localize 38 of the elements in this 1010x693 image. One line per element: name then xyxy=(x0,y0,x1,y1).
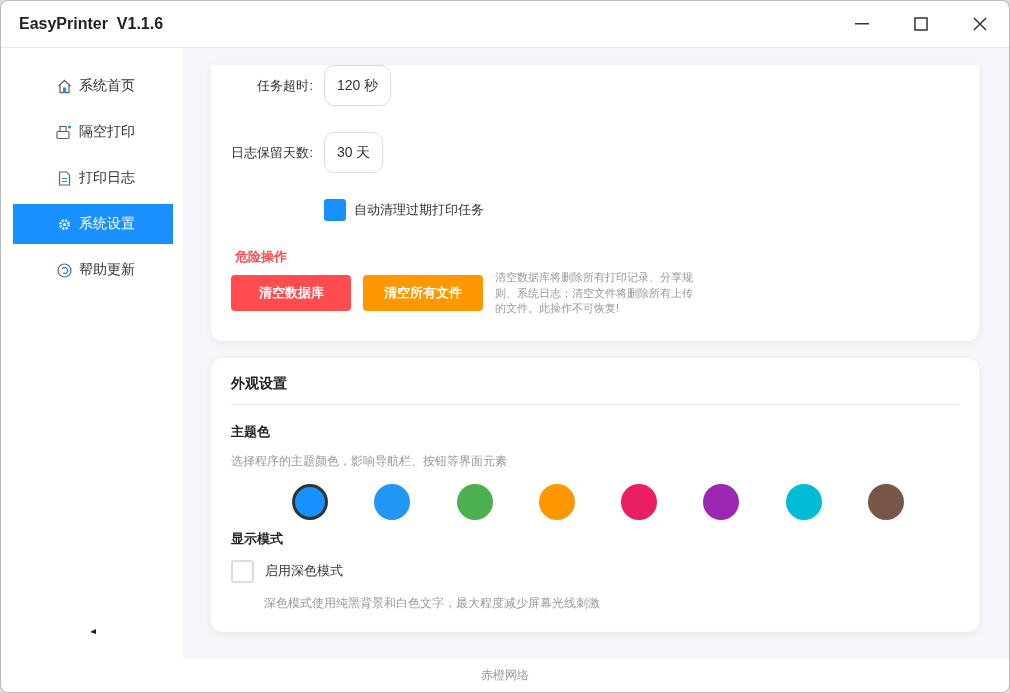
color-swatch[interactable] xyxy=(456,483,493,520)
sidebar-item[interactable]: 隔空打印 xyxy=(13,112,173,152)
color-swatch[interactable] xyxy=(785,483,822,520)
field-label: 任务超时: xyxy=(256,76,313,95)
input-field[interactable]: 30 天 xyxy=(324,132,384,173)
settings-icon xyxy=(57,217,71,231)
maximize-icon[interactable] xyxy=(913,17,928,31)
checkbox[interactable] xyxy=(231,559,254,583)
sidebar-item[interactable]: 系统首页 xyxy=(13,66,173,106)
color-swatch[interactable] xyxy=(703,483,740,520)
description: 选择程序的主题颜色，影响导航栏、按钮等界面元素 xyxy=(231,452,508,470)
field-label: 日志保留天数: xyxy=(231,143,313,162)
color-swatch[interactable] xyxy=(538,483,575,520)
section-heading: 显示模式 xyxy=(231,529,284,548)
section-heading: 主题色 xyxy=(231,422,271,441)
card-title: 外观设置 xyxy=(231,374,959,405)
description: 深色模式使用纯黑背景和白色文字，最大程度减少屏幕光线刺激 xyxy=(264,594,601,612)
window-title: EasyPrinter V1.1.6 xyxy=(19,15,165,33)
sidebar-item[interactable]: 打印日志 xyxy=(13,158,173,198)
checkbox-label: 自动清理过期打印任务 xyxy=(354,201,484,219)
checkbox-label: 启用深色模式 xyxy=(265,562,343,580)
checkbox[interactable] xyxy=(324,199,346,221)
color-swatch[interactable] xyxy=(867,483,904,520)
triangle-icon xyxy=(90,629,96,634)
warning-note: 清空数据库将删除所有打印记录、分享规则、系统日志；清空文件将删除所有上传的文件。此操作不可恢复! xyxy=(495,270,694,316)
minimize-icon[interactable] xyxy=(854,23,869,25)
document-icon xyxy=(57,170,71,186)
color-swatch[interactable] xyxy=(292,483,329,520)
color-swatch[interactable] xyxy=(374,483,411,520)
color-swatch[interactable] xyxy=(621,483,658,520)
sidebar-item[interactable]: 帮助更新 xyxy=(13,250,173,290)
footer-text: 赤橙网络 xyxy=(481,667,529,684)
input-field[interactable]: 120 秒 xyxy=(324,65,392,106)
close-icon[interactable] xyxy=(972,17,987,31)
refresh-icon xyxy=(56,262,72,278)
home-icon xyxy=(56,78,72,94)
section-heading: 危险操作 xyxy=(235,248,288,266)
printer-icon xyxy=(56,124,72,140)
